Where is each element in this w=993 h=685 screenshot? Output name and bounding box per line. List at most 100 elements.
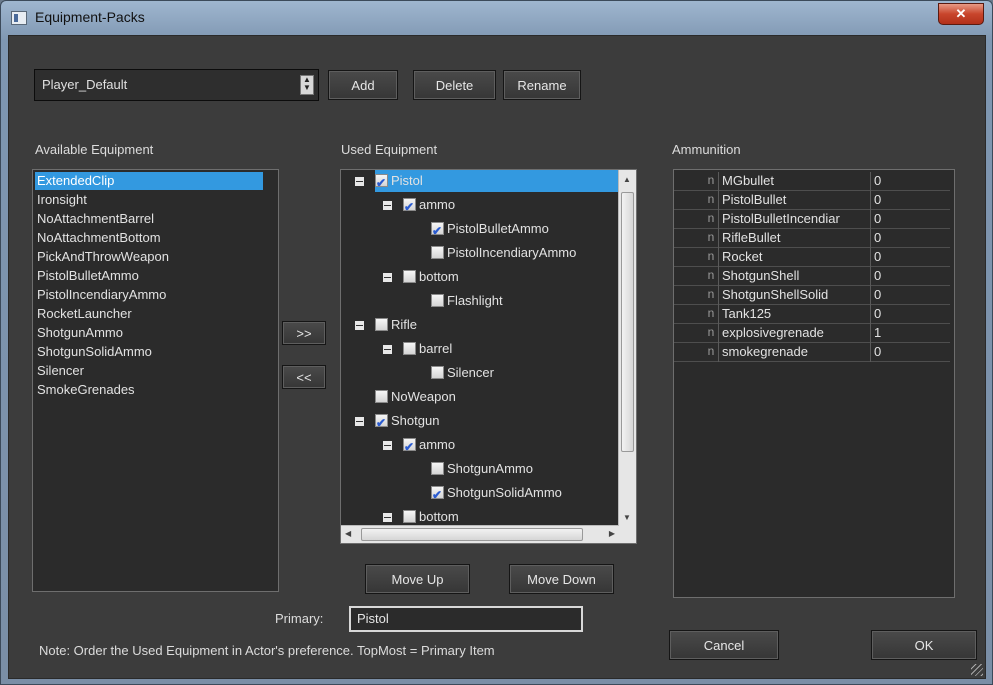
primary-item-field[interactable]: Pistol <box>349 606 583 632</box>
available-list-item[interactable]: PickAndThrowWeapon <box>35 248 277 266</box>
scroll-left-icon[interactable]: ◀ <box>345 529 351 538</box>
available-equipment-heading: Available Equipment <box>35 142 154 157</box>
checkbox[interactable] <box>375 318 388 331</box>
ammunition-table[interactable]: n MGbullet 0 n PistolBullet 0 n PistolBulletInc… <box>673 169 955 598</box>
ammunition-count[interactable]: 0 <box>874 305 881 323</box>
checkbox[interactable] <box>431 246 444 259</box>
ammunition-row[interactable]: n Tank125 0 <box>674 305 950 324</box>
vertical-scroll-thumb[interactable] <box>621 192 634 452</box>
used-tree-row[interactable]: Silencer <box>341 362 619 384</box>
available-equipment-list[interactable]: ExtendedClip Ironsight NoAttachmentBarrel N… <box>32 169 279 592</box>
resize-grip[interactable] <box>971 664 983 676</box>
collapse-icon[interactable] <box>383 273 392 282</box>
row-marker-icon: n <box>707 268 715 282</box>
ammunition-count[interactable]: 0 <box>874 343 881 361</box>
ammunition-name: smokegrenade <box>718 343 871 362</box>
ammunition-row[interactable]: n smokegrenade 0 <box>674 343 950 362</box>
collapse-icon[interactable] <box>355 417 364 426</box>
available-list-item[interactable]: SmokeGrenades <box>35 381 277 399</box>
collapse-icon[interactable] <box>383 513 392 522</box>
available-list-item[interactable]: NoAttachmentBottom <box>35 229 277 247</box>
spinner-arrows-icon[interactable]: ▲ ▼ <box>300 75 314 95</box>
ammunition-row[interactable]: n ShotgunShellSolid 0 <box>674 286 950 305</box>
available-list-item[interactable]: PistolIncendiaryAmmo <box>35 286 277 304</box>
row-marker-icon: n <box>707 344 715 358</box>
collapse-icon[interactable] <box>355 177 364 186</box>
ammunition-row[interactable]: n PistolBullet 0 <box>674 191 950 210</box>
used-equipment-tree[interactable]: Pistol ammo PistolBulletAmmo PistolIncendia… <box>340 169 637 544</box>
used-tree-row[interactable]: bottom <box>341 266 619 288</box>
ammunition-row[interactable]: n ShotgunShell 0 <box>674 267 950 286</box>
ammunition-count[interactable]: 1 <box>874 324 881 342</box>
checkbox[interactable] <box>403 510 416 523</box>
available-list-item[interactable]: ShotgunAmmo <box>35 324 277 342</box>
collapse-icon[interactable] <box>355 321 364 330</box>
collapse-icon[interactable] <box>383 441 392 450</box>
ok-button[interactable]: OK <box>871 630 977 660</box>
add-pack-button[interactable]: Add <box>328 70 398 100</box>
used-tree-row[interactable]: ShotgunSolidAmmo <box>341 482 619 506</box>
available-list-item[interactable]: Silencer <box>35 362 277 380</box>
used-tree-row[interactable]: Flashlight <box>341 290 619 312</box>
used-tree-row[interactable]: PistolBulletAmmo <box>341 218 619 242</box>
move-down-button[interactable]: Move Down <box>509 564 614 594</box>
checkbox[interactable] <box>431 484 444 506</box>
available-list-item[interactable]: ExtendedClip <box>35 172 263 190</box>
ammunition-count[interactable]: 0 <box>874 248 881 266</box>
checkbox[interactable] <box>431 294 444 307</box>
ammunition-count[interactable]: 0 <box>874 267 881 285</box>
delete-pack-button[interactable]: Delete <box>413 70 496 100</box>
scroll-right-icon[interactable]: ▶ <box>609 529 615 538</box>
available-list-item[interactable]: Ironsight <box>35 191 277 209</box>
checkbox[interactable] <box>375 390 388 403</box>
checkbox[interactable] <box>375 412 388 434</box>
ammunition-count[interactable]: 0 <box>874 286 881 304</box>
close-button[interactable] <box>938 3 984 25</box>
scroll-up-icon[interactable]: ▲ <box>623 175 631 184</box>
ammunition-count[interactable]: 0 <box>874 191 881 209</box>
scroll-down-icon[interactable]: ▼ <box>623 513 631 522</box>
horizontal-scroll-thumb[interactable] <box>361 528 583 541</box>
equipment-pack-select[interactable]: Player_Default ▲ ▼ <box>34 69 319 101</box>
ammunition-row[interactable]: n MGbullet 0 <box>674 172 950 191</box>
checkbox[interactable] <box>375 172 388 194</box>
available-list-item[interactable]: ShotgunSolidAmmo <box>35 343 277 361</box>
available-list-item[interactable]: RocketLauncher <box>35 305 277 323</box>
collapse-icon[interactable] <box>383 201 392 210</box>
checkbox[interactable] <box>403 342 416 355</box>
used-tree-row[interactable]: PistolIncendiaryAmmo <box>341 242 619 264</box>
ammunition-row[interactable]: n explosivegrenade 1 <box>674 324 950 343</box>
horizontal-scrollbar[interactable]: ◀ ▶ <box>341 525 619 543</box>
checkbox[interactable] <box>431 220 444 242</box>
cancel-button[interactable]: Cancel <box>669 630 779 660</box>
collapse-icon[interactable] <box>383 345 392 354</box>
used-tree-row[interactable]: bottom <box>341 506 619 526</box>
ammunition-count[interactable]: 0 <box>874 210 881 228</box>
rename-pack-button[interactable]: Rename <box>503 70 581 100</box>
used-tree-row[interactable]: ShotgunAmmo <box>341 458 619 480</box>
ammunition-row[interactable]: n Rocket 0 <box>674 248 950 267</box>
add-to-used-button[interactable]: >> <box>282 321 326 345</box>
checkbox[interactable] <box>431 462 444 475</box>
used-tree-row[interactable]: Shotgun <box>341 410 619 434</box>
available-list-item[interactable]: PistolBulletAmmo <box>35 267 277 285</box>
checkbox[interactable] <box>403 270 416 283</box>
used-tree-row[interactable]: NoWeapon <box>341 386 619 408</box>
checkbox[interactable] <box>403 196 416 218</box>
ammunition-count[interactable]: 0 <box>874 172 881 190</box>
ammunition-row[interactable]: n PistolBulletIncendiar 0 <box>674 210 950 229</box>
vertical-scrollbar[interactable]: ▲ ▼ <box>618 170 636 526</box>
remove-from-used-button[interactable]: << <box>282 365 326 389</box>
available-list-item[interactable]: NoAttachmentBarrel <box>35 210 277 228</box>
used-tree-row[interactable]: barrel <box>341 338 619 360</box>
ammunition-row[interactable]: n RifleBullet 0 <box>674 229 950 248</box>
used-tree-row[interactable]: Pistol <box>355 170 619 194</box>
move-up-button[interactable]: Move Up <box>365 564 470 594</box>
used-tree-row[interactable]: ammo <box>341 434 619 458</box>
used-tree-row[interactable]: ammo <box>341 194 619 218</box>
ammunition-count[interactable]: 0 <box>874 229 881 247</box>
used-tree-row-label: PistolBulletAmmo <box>447 221 549 236</box>
used-tree-row[interactable]: Rifle <box>341 314 619 336</box>
checkbox[interactable] <box>431 366 444 379</box>
checkbox[interactable] <box>403 436 416 458</box>
